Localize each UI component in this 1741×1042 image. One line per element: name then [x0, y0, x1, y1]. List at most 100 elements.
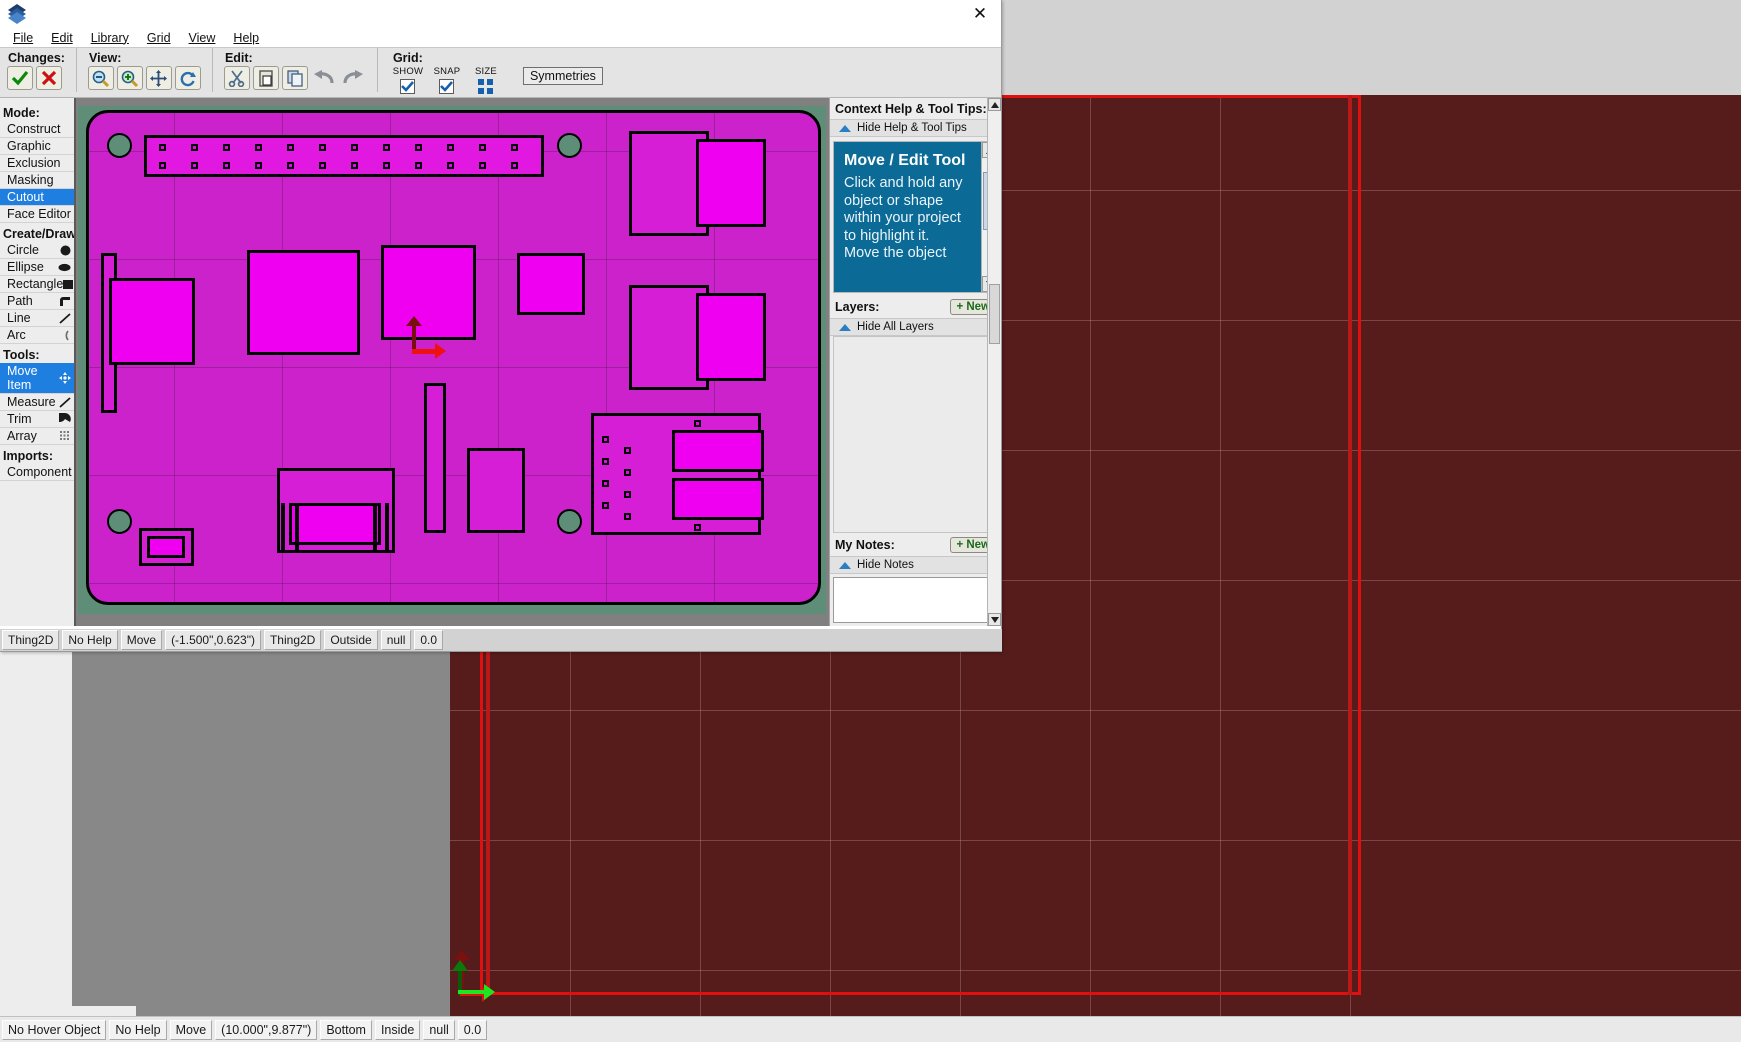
grid-show-control[interactable]: SHOW — [392, 66, 424, 100]
tool-item-array[interactable]: Array — [0, 428, 74, 445]
draw-item-path[interactable]: Path — [0, 293, 74, 310]
menu-help[interactable]: Help — [224, 30, 268, 46]
array-pad[interactable] — [624, 469, 631, 476]
header-pad[interactable] — [319, 144, 326, 151]
refresh-view-button[interactable] — [174, 66, 201, 90]
inner-design-window[interactable]: ✕ File Edit Library Grid View Help Chang… — [0, 0, 1002, 652]
mounting-hole[interactable] — [557, 509, 582, 534]
array-pad[interactable] — [602, 502, 609, 509]
pan-button[interactable] — [145, 66, 172, 90]
menu-library[interactable]: Library — [82, 30, 138, 46]
mode-item-cutout[interactable]: Cutout — [0, 189, 74, 206]
layers-list[interactable] — [833, 336, 998, 533]
mounting-hole[interactable] — [107, 509, 132, 534]
header-pad[interactable] — [223, 162, 230, 169]
header-pad[interactable] — [287, 144, 294, 151]
chip-small[interactable] — [517, 253, 585, 315]
mounting-hole[interactable] — [107, 133, 132, 158]
undo-button[interactable] — [311, 66, 337, 90]
tool-item-trim[interactable]: Trim — [0, 411, 74, 428]
tool-item-measure[interactable]: Measure — [0, 394, 74, 411]
grid-size-icon[interactable] — [477, 79, 494, 100]
array-part-upper[interactable] — [672, 430, 764, 472]
array-pad[interactable] — [602, 458, 609, 465]
array-pad[interactable] — [624, 491, 631, 498]
header-pad[interactable] — [383, 162, 390, 169]
mode-item-construct[interactable]: Construct — [0, 121, 74, 138]
draw-item-rectangle[interactable]: Rectangle — [0, 276, 74, 293]
header-pad[interactable] — [287, 162, 294, 169]
header-pad[interactable] — [479, 162, 486, 169]
notes-list[interactable] — [833, 577, 998, 623]
hide-notes-toggle[interactable]: Hide Notes — [830, 556, 1001, 574]
header-pad[interactable] — [319, 162, 326, 169]
cancel-changes-button[interactable] — [36, 66, 62, 90]
bottom-connector-port[interactable] — [289, 503, 381, 545]
header-pad[interactable] — [511, 144, 518, 151]
grid-snap-control[interactable]: SNAP — [431, 66, 463, 100]
grid-size-control[interactable]: SIZE — [470, 66, 502, 100]
draw-item-circle[interactable]: Circle — [0, 242, 74, 259]
header-pad[interactable] — [351, 162, 358, 169]
draw-item-arc[interactable]: Arc — [0, 327, 74, 344]
small-part-inner[interactable] — [147, 536, 185, 558]
tool-item-move-item[interactable]: Move Item — [0, 363, 74, 394]
header-pad[interactable] — [255, 144, 262, 151]
header-pad[interactable] — [255, 162, 262, 169]
design-canvas[interactable] — [74, 98, 829, 626]
cut-button[interactable] — [223, 66, 250, 90]
paste-button[interactable] — [252, 66, 279, 90]
menu-grid[interactable]: Grid — [138, 30, 180, 46]
symmetries-button[interactable]: Symmetries — [522, 67, 603, 85]
array-pad[interactable] — [602, 480, 609, 487]
hide-help-toggle[interactable]: Hide Help & Tool Tips — [830, 119, 1001, 137]
imports-item-component[interactable]: Component — [0, 464, 74, 481]
header-pad[interactable] — [479, 144, 486, 151]
right-panel-scrollbar[interactable] — [987, 98, 1001, 626]
vertical-slot[interactable] — [424, 383, 446, 533]
pad-array-region[interactable] — [591, 413, 764, 535]
menu-file[interactable]: File — [4, 30, 42, 46]
close-icon[interactable]: ✕ — [969, 3, 991, 25]
header-pad[interactable] — [223, 144, 230, 151]
mode-item-face-editor[interactable]: Face Editor — [0, 206, 74, 223]
header-pad[interactable] — [159, 144, 166, 151]
array-part-lower[interactable] — [672, 478, 764, 520]
array-pad[interactable] — [694, 524, 701, 531]
mode-item-masking[interactable]: Masking — [0, 172, 74, 189]
header-pad[interactable] — [447, 162, 454, 169]
grid-show-checkbox[interactable] — [400, 79, 416, 94]
header-pad[interactable] — [511, 162, 518, 169]
connector-port[interactable] — [696, 293, 766, 381]
array-pad[interactable] — [694, 420, 701, 427]
mode-item-graphic[interactable]: Graphic — [0, 138, 74, 155]
header-pad[interactable] — [191, 144, 198, 151]
board-substrate[interactable] — [78, 106, 826, 614]
hide-layers-toggle[interactable]: Hide All Layers — [830, 318, 1001, 336]
header-pad[interactable] — [351, 144, 358, 151]
array-pad[interactable] — [602, 436, 609, 443]
gpio-header-block[interactable] — [144, 135, 544, 177]
menu-edit[interactable]: Edit — [42, 30, 82, 46]
header-pad[interactable] — [447, 144, 454, 151]
draw-item-ellipse[interactable]: Ellipse — [0, 259, 74, 276]
header-pad[interactable] — [383, 144, 390, 151]
panel-scroll-up-icon[interactable] — [988, 98, 1001, 111]
array-pad[interactable] — [624, 513, 631, 520]
panel-scroll-down-icon[interactable] — [988, 613, 1001, 626]
zoom-out-button[interactable] — [87, 66, 114, 90]
mode-item-exclusion[interactable]: Exclusion — [0, 155, 74, 172]
array-pad[interactable] — [624, 447, 631, 454]
menu-view[interactable]: View — [180, 30, 225, 46]
header-pad[interactable] — [415, 162, 422, 169]
header-pad[interactable] — [191, 162, 198, 169]
chip-soc[interactable] — [247, 250, 360, 355]
redo-button[interactable] — [340, 66, 366, 90]
accept-changes-button[interactable] — [7, 66, 33, 90]
header-pad[interactable] — [159, 162, 166, 169]
pcb-board-outline[interactable] — [86, 110, 821, 605]
draw-item-line[interactable]: Line — [0, 310, 74, 327]
mid-bottom-part[interactable] — [467, 448, 525, 533]
grid-snap-checkbox[interactable] — [439, 79, 455, 94]
mounting-hole[interactable] — [557, 133, 582, 158]
